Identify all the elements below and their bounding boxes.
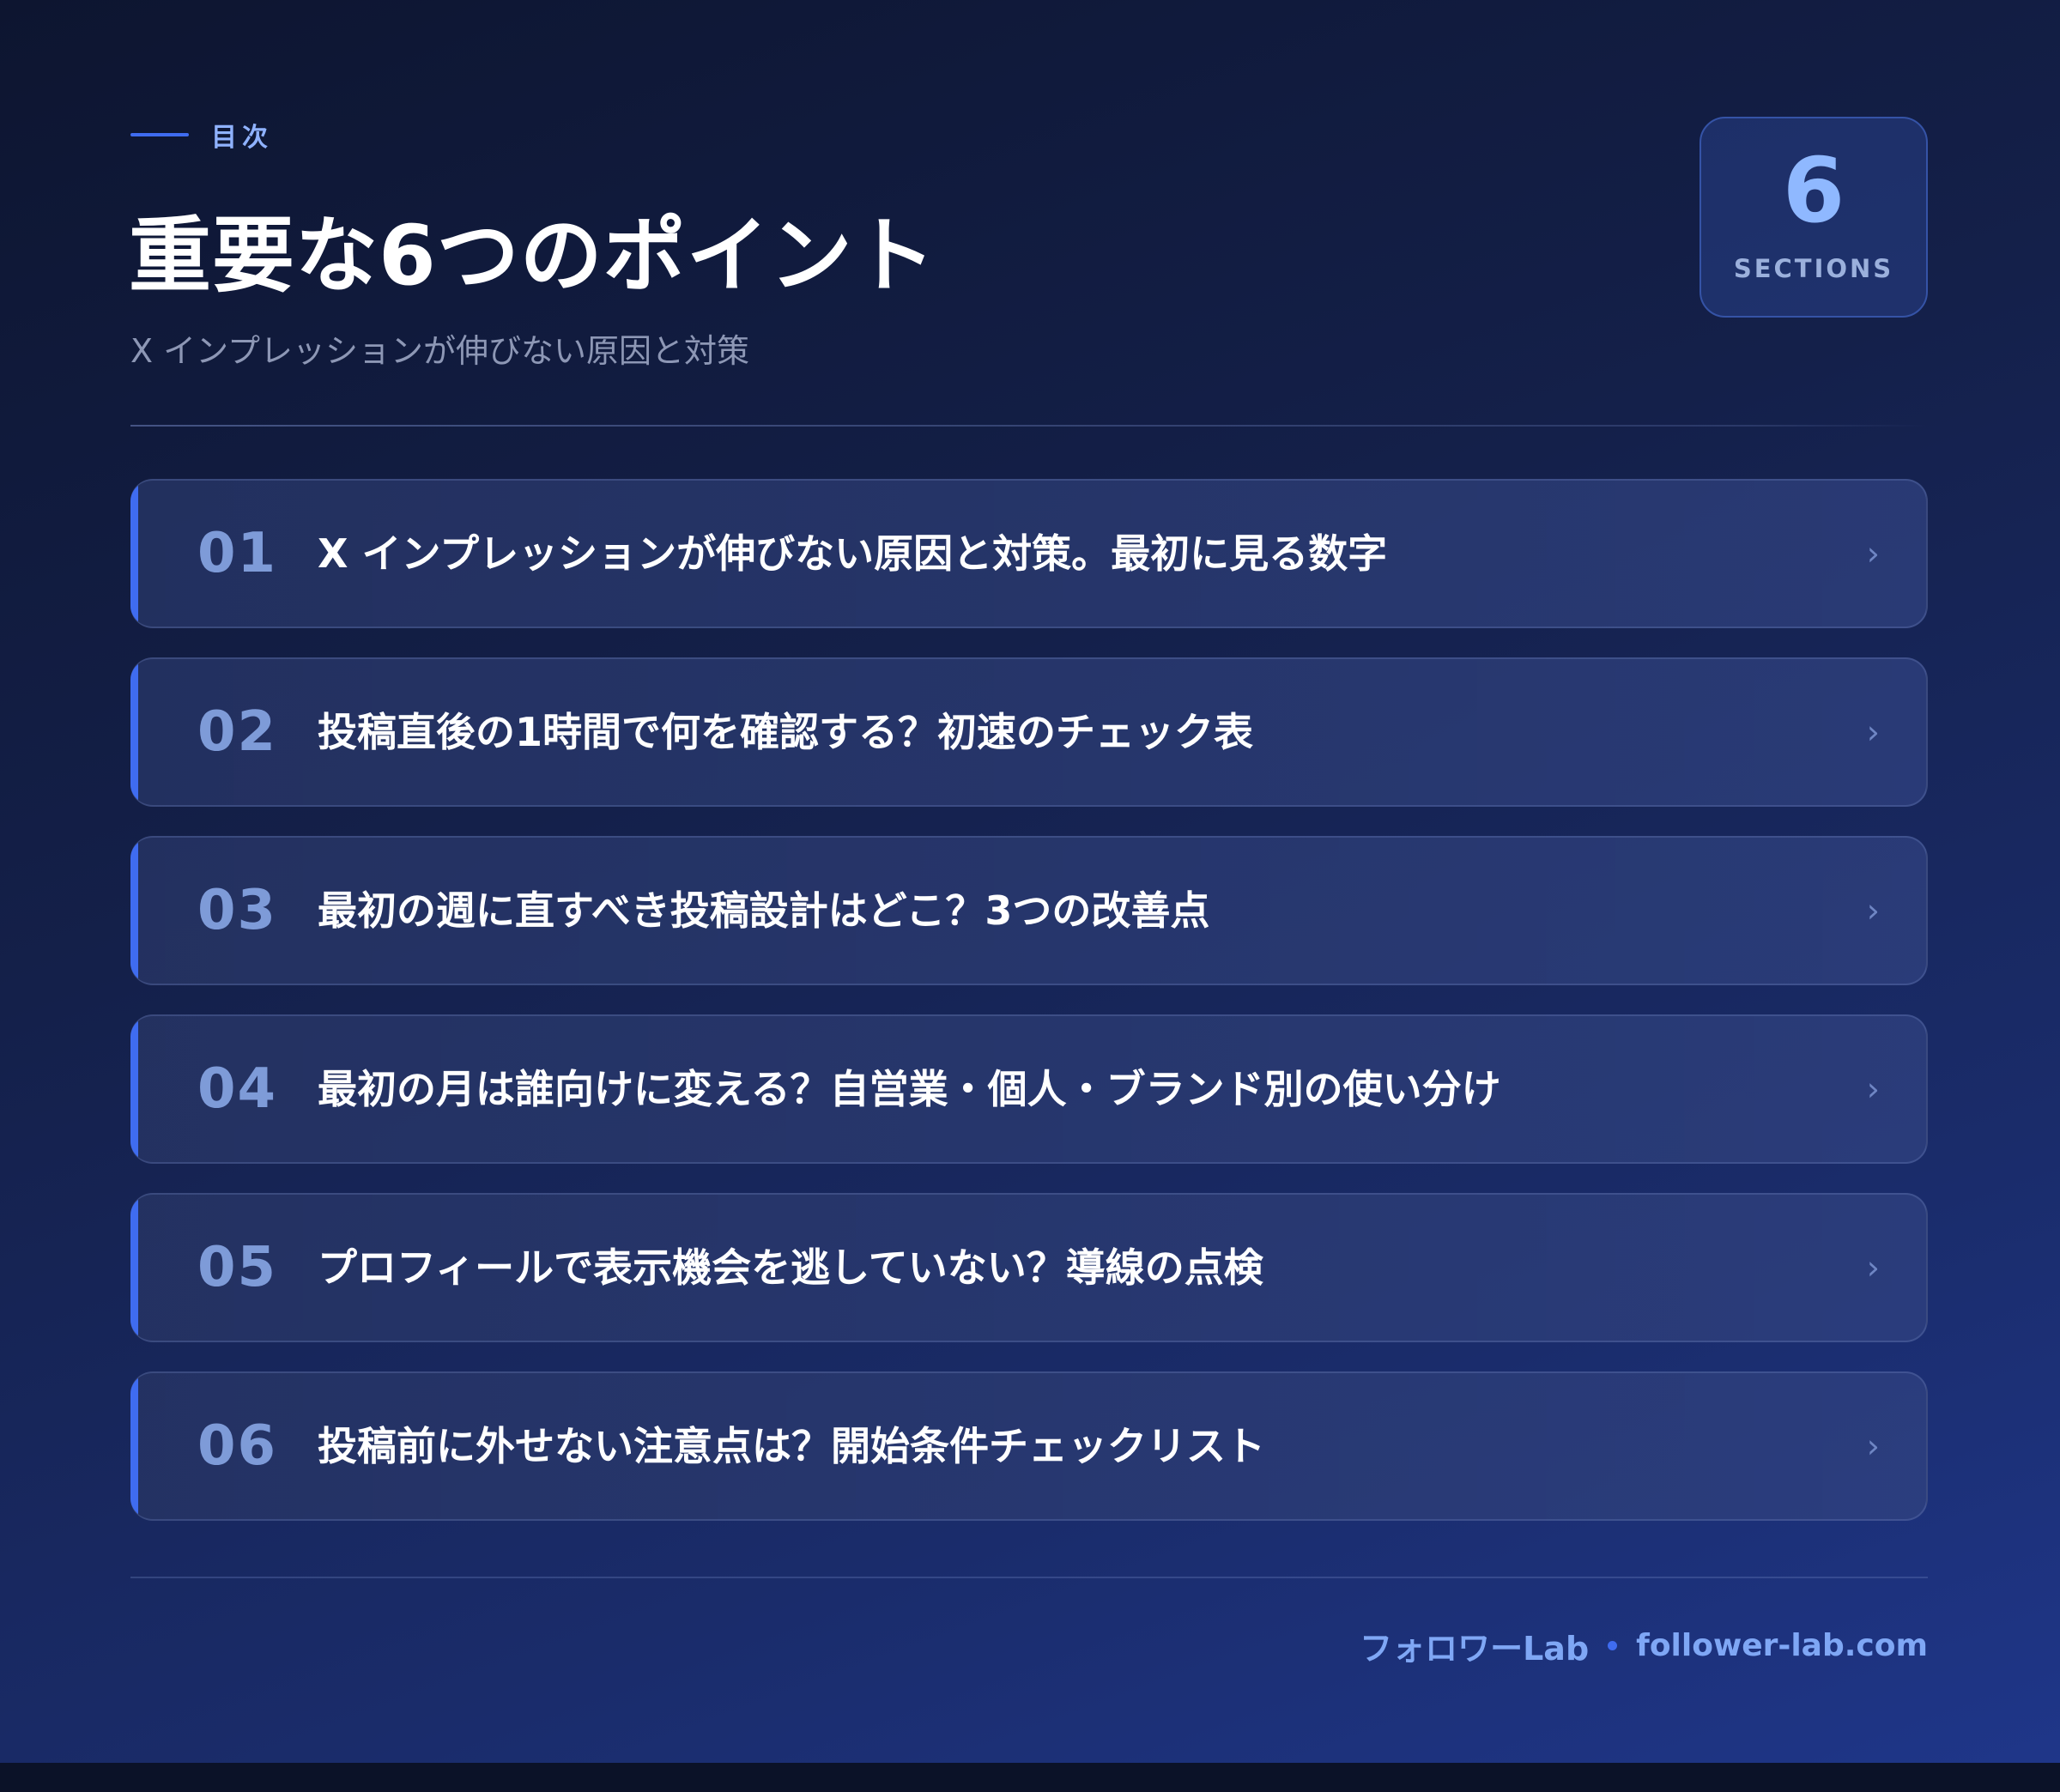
item-number: 02: [197, 700, 278, 764]
item-number: 03: [197, 879, 278, 942]
eyebrow-line: [130, 133, 189, 136]
chevron-right-icon: ›: [1866, 1070, 1880, 1108]
footer-separator-dot: [1608, 1641, 1618, 1650]
toc-item-02[interactable]: 02 投稿直後の1時間で何を確認する？初速のチェック表 ›: [130, 657, 1928, 807]
eyebrow: 目次: [130, 117, 273, 153]
section-count-label: SECTIONS: [1733, 254, 1894, 283]
footer-domain-link[interactable]: follower-lab.com: [1636, 1628, 1928, 1663]
chevron-right-icon: ›: [1866, 892, 1880, 929]
chevron-right-icon: ›: [1866, 1427, 1880, 1465]
chevron-right-icon: ›: [1866, 713, 1880, 751]
item-accent-bar: [130, 481, 138, 627]
item-title: 最初の月は誰向けに変える？自営業・個人・ブランド別の使い分け: [318, 1066, 1501, 1112]
toc-item-03[interactable]: 03 最初の週に直すべき投稿設計はどこ？3つの改善点 ›: [130, 836, 1928, 985]
item-accent-bar: [130, 659, 138, 805]
item-number: 05: [197, 1236, 278, 1299]
footer-brand: フォロワーLab: [1360, 1630, 1590, 1668]
item-accent-bar: [130, 838, 138, 984]
page-subtitle: X インプレッションが伸びない原因と対策: [130, 332, 749, 370]
toc-list: 01 X インプレッションが伸びない原因と対策。最初に見る数字 › 02 投稿直…: [130, 479, 1928, 1550]
footer-divider: [130, 1577, 1928, 1578]
item-title: 投稿直後の1時間で何を確認する？初速のチェック表: [318, 709, 1254, 755]
chevron-right-icon: ›: [1866, 535, 1880, 572]
bottom-strip: [0, 1763, 2060, 1792]
section-count: 6: [1782, 138, 1845, 243]
item-number: 06: [197, 1414, 278, 1478]
item-title: 最初の週に直すべき投稿設計はどこ？3つの改善点: [318, 887, 1210, 934]
toc-item-06[interactable]: 06 投稿前に外せない注意点は？開始条件チェックリスト ›: [130, 1371, 1928, 1521]
toc-item-05[interactable]: 05 プロフィールで表示機会を逃していない？導線の点検 ›: [130, 1193, 1928, 1342]
item-title: 投稿前に外せない注意点は？開始条件チェックリスト: [318, 1423, 1265, 1469]
header-divider: [130, 425, 1928, 427]
item-number: 04: [197, 1057, 278, 1121]
item-accent-bar: [130, 1373, 138, 1519]
chevron-right-icon: ›: [1866, 1249, 1880, 1286]
item-title: プロフィールで表示機会を逃していない？導線の点検: [318, 1244, 1263, 1291]
toc-slide: 目次 重要な6つのポイント X インプレッションが伸びない原因と対策 6 SEC…: [0, 0, 2060, 1763]
item-accent-bar: [130, 1195, 138, 1341]
footer: フォロワーLab follower-lab.com: [1360, 1622, 1928, 1669]
section-count-badge: 6 SECTIONS: [1700, 117, 1928, 318]
page-title: 重要な6つのポイント: [129, 208, 936, 304]
eyebrow-label: 目次: [211, 123, 273, 153]
item-number: 01: [197, 522, 278, 585]
toc-item-01[interactable]: 01 X インプレッションが伸びない原因と対策。最初に見る数字 ›: [130, 479, 1928, 628]
item-accent-bar: [130, 1016, 138, 1162]
toc-item-04[interactable]: 04 最初の月は誰向けに変える？自営業・個人・ブランド別の使い分け ›: [130, 1014, 1928, 1164]
item-title: X インプレッションが伸びない原因と対策。最初に見る数字: [318, 530, 1388, 577]
